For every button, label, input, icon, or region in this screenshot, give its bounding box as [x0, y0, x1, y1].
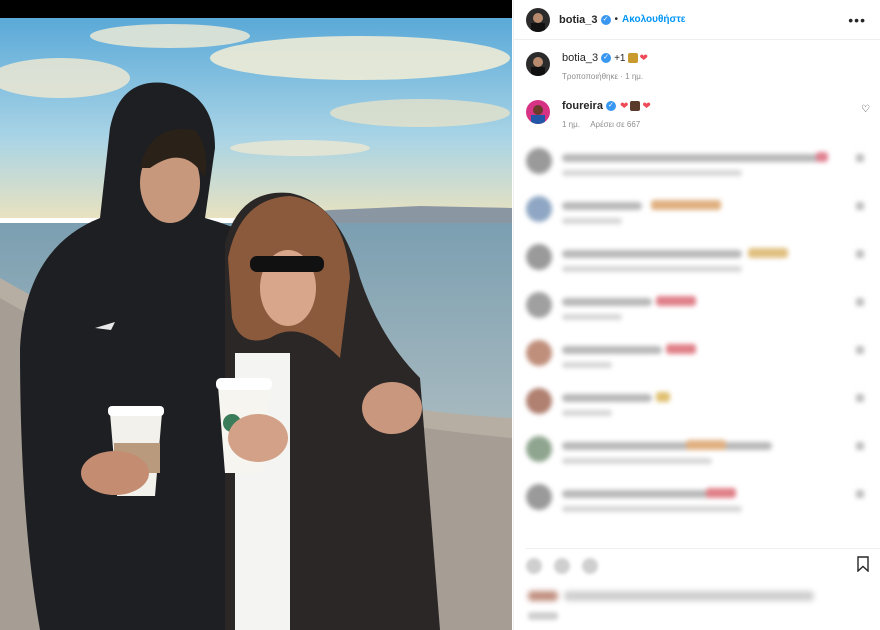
follow-button[interactable]: Ακολουθήστε [622, 14, 686, 25]
blurred-comment [526, 148, 870, 188]
caption-meta: Τροποποιήθηκε · 1 ημ. [562, 72, 644, 81]
caption-username[interactable]: botia_3 [562, 52, 598, 64]
share-icon[interactable] [582, 558, 598, 574]
like-icon[interactable] [526, 558, 542, 574]
top-black-bar [0, 0, 512, 18]
caption-text: +1 [614, 52, 626, 64]
blurred-comment [526, 292, 870, 332]
pinned-comment: foureira ✓ ❤ ❤ 1 ημ. Αρέσει σε 667 ♡ [526, 100, 870, 129]
red-heart-icon: ❤ [619, 100, 629, 112]
blurred-comment [526, 244, 870, 284]
blurred-comment [526, 436, 870, 476]
post-header: botia_3 ✓ • Ακολουθήστε ••• [514, 0, 880, 40]
blurred-comment [526, 196, 870, 236]
blurred-comment [526, 388, 870, 428]
blurred-comment [526, 340, 870, 380]
verified-badge-icon: ✓ [600, 14, 611, 25]
blurred-likes [528, 591, 818, 603]
comment-time: 1 ημ. [562, 120, 580, 129]
divider [526, 548, 880, 549]
blurred-timestamp [528, 612, 558, 620]
bookmark-icon[interactable] [856, 555, 870, 577]
heart-icon[interactable]: ♡ [861, 104, 870, 115]
emoji-icon [627, 53, 638, 63]
avatar[interactable] [526, 52, 550, 76]
header-username[interactable]: botia_3 [559, 14, 598, 26]
verified-badge-icon: ✓ [605, 101, 616, 111]
blurred-comment [526, 484, 870, 524]
verified-badge-icon: ✓ [601, 53, 612, 63]
post-actions [526, 555, 870, 577]
comment-likes[interactable]: Αρέσει σε 667 [590, 120, 640, 129]
caption: botia_3 ✓ +1 ❤ Τροποποιήθηκε · 1 ημ. [526, 52, 870, 81]
avatar[interactable] [526, 7, 550, 32]
emoji-icon [630, 101, 641, 111]
more-options-icon[interactable]: ••• [848, 12, 866, 28]
avatar[interactable] [526, 100, 550, 124]
post-sidebar: botia_3 ✓ • Ακολουθήστε ••• botia_3 ✓ +1… [513, 0, 880, 630]
post-photo [0, 18, 512, 630]
separator-dot: • [614, 14, 619, 25]
red-heart-icon: ❤ [642, 100, 651, 112]
comment-icon[interactable] [554, 558, 570, 574]
comment-username[interactable]: foureira [562, 100, 603, 112]
red-heart-icon: ❤ [639, 52, 648, 64]
